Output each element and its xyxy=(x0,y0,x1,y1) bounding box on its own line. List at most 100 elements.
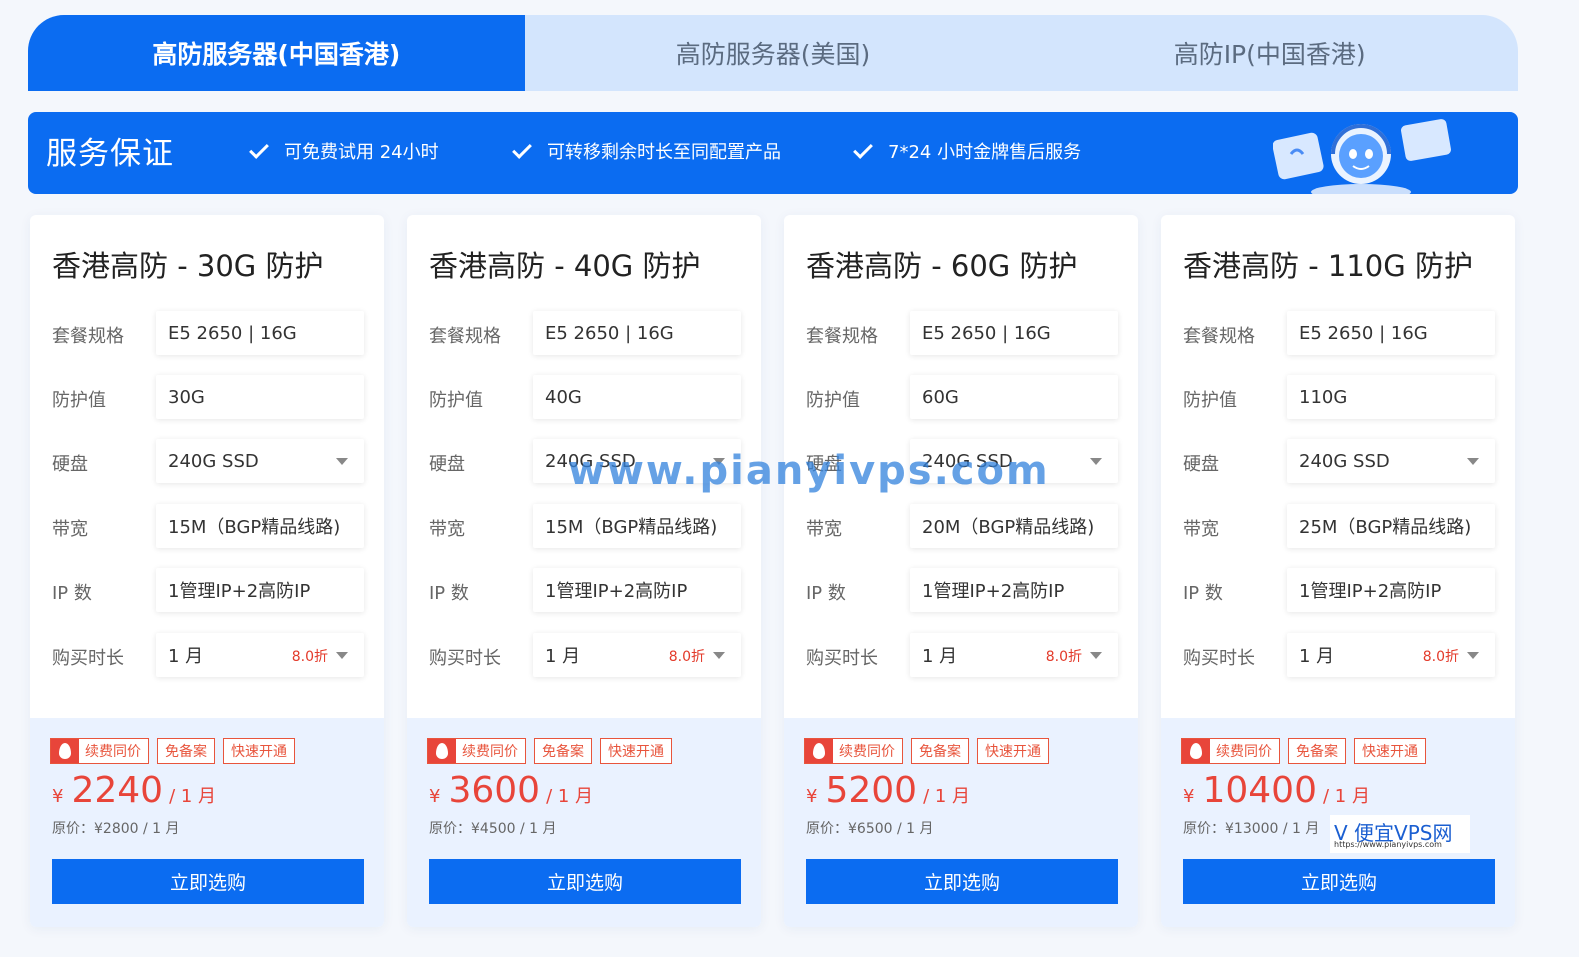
badge-list: 续费同价 免备案 快速开通 xyxy=(1181,738,1434,764)
price-unit: / 1 月 xyxy=(1322,786,1370,807)
fire-icon xyxy=(805,739,833,763)
spec-field: E5 2650 | 16G xyxy=(533,311,741,355)
badge-no-record: 免备案 xyxy=(534,738,592,764)
ip-label: IP 数 xyxy=(1183,583,1223,604)
badge-label: 续费同价 xyxy=(462,744,518,760)
duration-value: 1 月 xyxy=(545,646,581,667)
price: ¥ 5200 / 1 月 xyxy=(806,770,970,811)
duration-value: 1 月 xyxy=(168,646,204,667)
buy-button[interactable]: 立即选购 xyxy=(52,859,364,904)
protection-row: 防护值 60G xyxy=(806,375,1118,419)
bandwidth-label: 带宽 xyxy=(1183,519,1219,540)
badge-no-record: 免备案 xyxy=(911,738,969,764)
duration-row: 购买时长 1 月 8.0折 xyxy=(806,633,1118,677)
protection-field: 110G xyxy=(1287,375,1495,419)
duration-select[interactable]: 1 月 8.0折 xyxy=(156,633,364,677)
price: ¥ 10400 / 1 月 xyxy=(1183,770,1370,811)
check-icon xyxy=(853,138,873,159)
plan-title: 香港高防 - 40G 防护 xyxy=(429,249,701,283)
plan-title: 香港高防 - 60G 防护 xyxy=(806,249,1078,283)
feature-transfer: 可转移剩余时长至同配置产品 xyxy=(512,138,781,164)
chevron-down-icon xyxy=(1090,458,1102,465)
protection-field: 60G xyxy=(910,375,1118,419)
spec-row: 套餐规格 E5 2650 | 16G xyxy=(429,311,741,355)
chevron-down-icon xyxy=(1467,458,1479,465)
ip-field: 1管理IP+2高防IP xyxy=(1287,568,1495,612)
chevron-down-icon xyxy=(336,458,348,465)
product-tabs: 高防服务器(中国香港) 高防服务器(美国) 高防IP(中国香港) xyxy=(28,15,1518,91)
buy-button[interactable]: 立即选购 xyxy=(806,859,1118,904)
currency-symbol: ¥ xyxy=(1183,786,1195,807)
duration-label: 购买时长 xyxy=(52,648,124,669)
chevron-down-icon xyxy=(336,652,348,659)
discount-label: 8.0折 xyxy=(668,649,705,665)
plan-title: 香港高防 - 30G 防护 xyxy=(52,249,324,283)
feature-label: 可免费试用 24小时 xyxy=(284,142,439,163)
duration-select[interactable]: 1 月 8.0折 xyxy=(533,633,741,677)
spec-label: 套餐规格 xyxy=(429,326,501,347)
buy-button[interactable]: 立即选购 xyxy=(1183,859,1495,904)
bandwidth-field: 20M（BGP精品线路) xyxy=(910,504,1118,548)
chevron-down-icon xyxy=(1467,652,1479,659)
banner-title: 服务保证 xyxy=(46,136,174,172)
ip-label: IP 数 xyxy=(429,583,469,604)
tab-hk-ip[interactable]: 高防IP(中国香港) xyxy=(1021,15,1518,91)
protection-field: 30G xyxy=(156,375,364,419)
tab-us-server[interactable]: 高防服务器(美国) xyxy=(525,15,1022,91)
disk-value: 240G SSD xyxy=(168,450,259,472)
duration-select[interactable]: 1 月 8.0折 xyxy=(910,633,1118,677)
badge-renew: 续费同价 xyxy=(804,738,903,764)
feature-label: 7*24 小时金牌售后服务 xyxy=(888,142,1082,163)
price-value: 10400 xyxy=(1202,770,1317,811)
spec-label: 套餐规格 xyxy=(806,326,878,347)
plan-title: 香港高防 - 110G 防护 xyxy=(1183,249,1473,283)
ip-field: 1管理IP+2高防IP xyxy=(533,568,741,612)
duration-row: 购买时长 1 月 8.0折 xyxy=(52,633,364,677)
disk-label: 硬盘 xyxy=(52,454,88,475)
discount-label: 8.0折 xyxy=(291,649,328,665)
duration-value: 1 月 xyxy=(922,646,958,667)
plan-card-30g: 香港高防 - 30G 防护 套餐规格 E5 2650 | 16G 防护值 30G… xyxy=(30,215,384,927)
ip-label: IP 数 xyxy=(52,583,92,604)
duration-value: 1 月 xyxy=(1299,646,1335,667)
protection-row: 防护值 110G xyxy=(1183,375,1495,419)
duration-select[interactable]: 1 月 8.0折 xyxy=(1287,633,1495,677)
protection-label: 防护值 xyxy=(806,390,860,411)
duration-row: 购买时长 1 月 8.0折 xyxy=(1183,633,1495,677)
plan-card-40g: 香港高防 - 40G 防护 套餐规格 E5 2650 | 16G 防护值 40G… xyxy=(407,215,761,927)
spec-row: 套餐规格 E5 2650 | 16G xyxy=(52,311,364,355)
price-section: 续费同价 免备案 快速开通 ¥ 3600 / 1 月 原价：¥4500 / 1 … xyxy=(407,718,761,927)
chevron-down-icon xyxy=(1090,652,1102,659)
bandwidth-field: 15M（BGP精品线路) xyxy=(156,504,364,548)
spec-field: E5 2650 | 16G xyxy=(1287,311,1495,355)
ip-row: IP 数 1管理IP+2高防IP xyxy=(52,568,364,612)
disk-select[interactable]: 240G SSD xyxy=(1287,439,1495,483)
badge-label: 续费同价 xyxy=(1216,744,1272,760)
duration-label: 购买时长 xyxy=(1183,648,1255,669)
badge-list: 续费同价 免备案 快速开通 xyxy=(804,738,1057,764)
duration-label: 购买时长 xyxy=(429,648,501,669)
tab-hk-server[interactable]: 高防服务器(中国香港) xyxy=(28,15,525,91)
feature-label: 可转移剩余时长至同配置产品 xyxy=(547,142,781,163)
ip-row: IP 数 1管理IP+2高防IP xyxy=(429,568,741,612)
disk-row: 硬盘 240G SSD xyxy=(1183,439,1495,483)
check-icon xyxy=(512,138,532,159)
fire-icon xyxy=(1182,739,1210,763)
currency-symbol: ¥ xyxy=(806,786,818,807)
price-value: 3600 xyxy=(448,770,541,811)
spec-field: E5 2650 | 16G xyxy=(910,311,1118,355)
disk-value: 240G SSD xyxy=(1299,450,1390,472)
badge-list: 续费同价 免备案 快速开通 xyxy=(427,738,680,764)
bandwidth-row: 带宽 20M（BGP精品线路) xyxy=(806,504,1118,548)
buy-button[interactable]: 立即选购 xyxy=(429,859,741,904)
spec-label: 套餐规格 xyxy=(1183,326,1255,347)
spec-row: 套餐规格 E5 2650 | 16G xyxy=(1183,311,1495,355)
disk-select[interactable]: 240G SSD xyxy=(156,439,364,483)
fire-icon xyxy=(428,739,456,763)
bandwidth-row: 带宽 25M（BGP精品线路) xyxy=(1183,504,1495,548)
badge-list: 续费同价 免备案 快速开通 xyxy=(50,738,303,764)
fire-icon xyxy=(51,739,79,763)
badge-fast: 快速开通 xyxy=(1354,738,1426,764)
original-price: 原价：¥6500 / 1 月 xyxy=(806,821,934,837)
price-section: 续费同价 免备案 快速开通 ¥ 5200 / 1 月 原价：¥6500 / 1 … xyxy=(784,718,1138,927)
